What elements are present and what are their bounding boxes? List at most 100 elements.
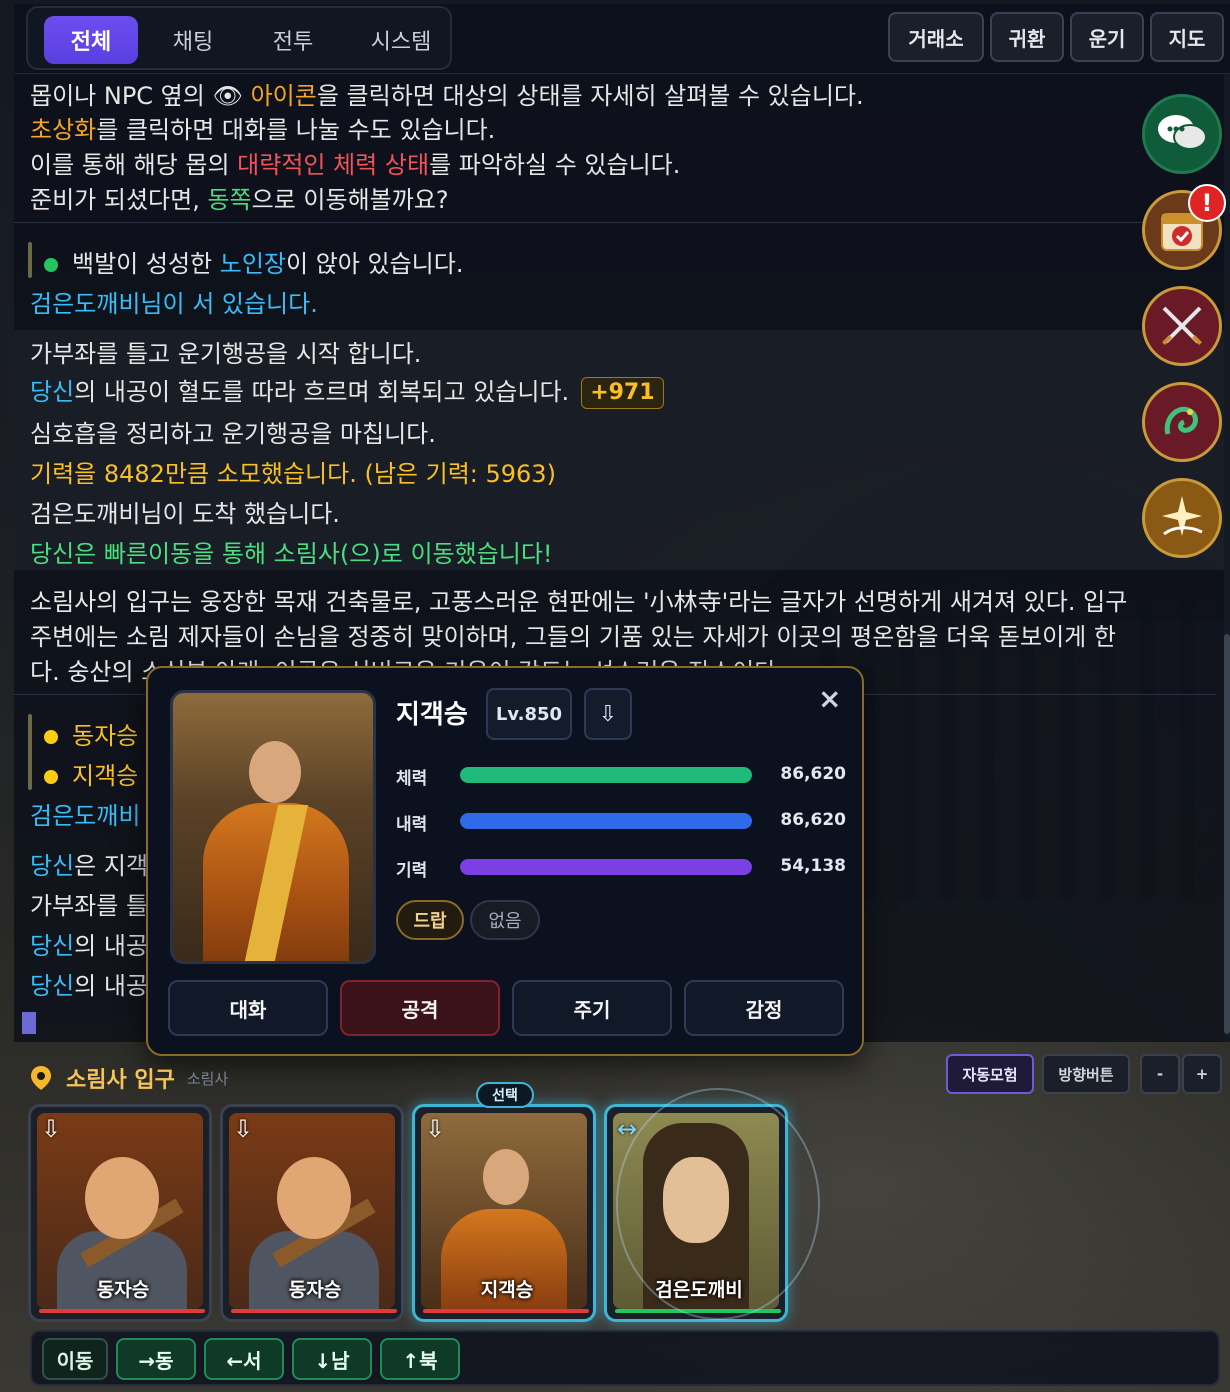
stat-value-hp: 86,620	[780, 764, 846, 784]
log-line: 백발이 성성한 노인장이 앉아 있습니다.	[44, 244, 463, 279]
npc-card-novice-monk[interactable]: ⇩ 동자승	[28, 1104, 212, 1322]
give-button[interactable]: 주기	[512, 980, 672, 1036]
crossed-swords-icon	[1162, 306, 1202, 345]
room-marker	[28, 242, 32, 278]
log-line: 당신의 내공이 혈도를 따라 흐르며 회복되고 있습니다. +971	[30, 372, 664, 409]
scroll-thumb[interactable]	[1224, 634, 1230, 1034]
zoom-in-button[interactable]: +	[1182, 1054, 1222, 1094]
move-west-button[interactable]: ←서	[204, 1338, 284, 1380]
log-line: 동자승	[44, 716, 138, 751]
stat-bar-inner-power	[460, 813, 752, 829]
move-label: 이동	[42, 1338, 108, 1380]
stat-bar-fill	[460, 813, 752, 829]
npc-dot-icon	[44, 730, 58, 744]
download-arrow-icon[interactable]: ⇩	[41, 1115, 61, 1143]
sparkle-icon	[1162, 496, 1203, 536]
npc-detail-popup: 지객승 Lv.850 ⇩ × 체력 86,620 내력 86,620 기력 54…	[146, 666, 864, 1056]
location-name: 소림사 입구	[66, 1068, 175, 1093]
log-line: 검은도깨비님이 서 있습니다.	[30, 290, 318, 318]
move-south-button[interactable]: ↓남	[292, 1338, 372, 1380]
log-line: 이를 통해 해당 몹의 대략적인 체력 상태를 파악하실 수 있습니다.	[30, 151, 681, 179]
stat-label-hp: 체력	[396, 769, 428, 789]
portrait-head	[249, 741, 301, 803]
log-line: 초상화를 클릭하면 대화를 나눌 수도 있습니다.	[30, 116, 496, 144]
inspect-button[interactable]: 감정	[684, 980, 844, 1036]
tab-all[interactable]: 전체	[44, 16, 138, 64]
tab-system[interactable]: 시스템	[346, 16, 456, 64]
log-line: 당신의 내공	[30, 972, 149, 1000]
move-east-button[interactable]: →동	[116, 1338, 196, 1380]
move-north-button[interactable]: ↑북	[380, 1338, 460, 1380]
npc-portrait[interactable]	[170, 690, 376, 964]
skill-burst-button[interactable]	[1142, 478, 1222, 558]
direction-buttons-toggle[interactable]: 방향버튼	[1042, 1054, 1130, 1094]
chat-bubbles-icon	[1158, 115, 1207, 150]
recovery-badge: +971	[581, 377, 664, 409]
npc-dot-icon	[44, 770, 58, 784]
player-glow-ring	[616, 1088, 820, 1320]
card-hp-bar	[39, 1309, 205, 1313]
npc-level-badge: Lv.850	[486, 688, 572, 740]
log-tabs: 전체 채팅 전투 시스템	[26, 6, 452, 70]
top-bar: 전체 채팅 전투 시스템 거래소 귀환 운기 지도	[14, 4, 1230, 74]
log-line: 소림사의 입구는 웅장한 목재 건축물로, 고풍스러운 현판에는 '小林寺'라는…	[30, 588, 1128, 616]
npc-name: 지객승	[396, 700, 468, 730]
movement-bar: 이동 →동 ←서 ↓남 ↑북	[30, 1330, 1220, 1386]
npc-card-guest-monk[interactable]: ⇩ 지객승	[412, 1104, 596, 1322]
combat-button[interactable]	[1142, 286, 1222, 366]
dragon-button[interactable]	[1142, 382, 1222, 462]
log-line: 주변에는 소림 제자들이 손님을 정중히 맞이하며, 그들의 기품 있는 자세가…	[30, 623, 1116, 651]
stat-label-inner-power: 내력	[396, 815, 428, 835]
room-marker	[28, 714, 32, 790]
log-line: 당신은 빠른이동을 통해 소림사(으)로 이동했습니다!	[30, 540, 553, 568]
log-line: 심호흡을 정리하고 운기행공을 마칩니다.	[30, 420, 436, 448]
location-header: 소림사 입구 소림사	[30, 1058, 228, 1098]
close-icon[interactable]: ×	[818, 682, 841, 715]
meditate-button[interactable]: 운기	[1070, 12, 1144, 62]
location-pin-icon	[31, 1066, 51, 1090]
stat-label-stamina: 기력	[396, 861, 428, 881]
tab-combat[interactable]: 전투	[246, 16, 340, 64]
attack-button[interactable]: 공격	[340, 980, 500, 1036]
divider	[14, 222, 1216, 223]
npc-card-novice-monk[interactable]: ⇩ 동자승	[220, 1104, 404, 1322]
log-line: 지객승	[44, 756, 138, 791]
log-line: 검은도깨비님이 도착 했습니다.	[30, 500, 340, 528]
notification-badge: !	[1188, 184, 1226, 222]
stat-value-inner-power: 86,620	[780, 810, 846, 830]
stat-value-stamina: 54,138	[780, 856, 846, 876]
stat-bar-stamina	[460, 859, 752, 875]
card-name: 동자승	[96, 1279, 150, 1301]
log-line: 기력을 8482만큼 소모했습니다. (남은 기력: 5963)	[30, 460, 556, 488]
log-scrollbar[interactable]	[1224, 74, 1230, 1042]
map-button[interactable]: 지도	[1150, 12, 1224, 62]
location-region: 소림사	[186, 1069, 229, 1088]
log-line: 몹이나 NPC 옆의 👁 아이콘을 클릭하면 대상의 상태를 자세히 살펴볼 수…	[30, 82, 864, 110]
zoom-out-button[interactable]: -	[1140, 1054, 1180, 1094]
download-arrow-icon[interactable]: ⇩	[425, 1115, 445, 1143]
tab-chat[interactable]: 채팅	[146, 16, 240, 64]
drop-chip[interactable]: 드랍	[396, 900, 464, 940]
card-hp-bar	[423, 1309, 589, 1313]
chat-bubble-button[interactable]	[1142, 94, 1222, 174]
dragon-icon	[1164, 406, 1198, 435]
stat-bar-fill	[460, 859, 752, 875]
eye-icon: 👁	[212, 82, 243, 110]
card-name: 동자승	[288, 1279, 342, 1301]
download-arrow-icon[interactable]: ⇩	[233, 1115, 253, 1143]
log-line: 가부좌를 틀	[30, 892, 149, 920]
talk-button[interactable]: 대화	[168, 980, 328, 1036]
npc-dot-icon	[44, 258, 58, 272]
log-line: 당신의 내공	[30, 932, 149, 960]
return-button[interactable]: 귀환	[990, 12, 1064, 62]
card-name: 지객승	[480, 1279, 534, 1301]
download-arrow-icon[interactable]: ⇩	[584, 688, 632, 740]
drop-none-chip: 없음	[470, 900, 540, 940]
selected-tag: 선택	[476, 1082, 534, 1108]
exchange-button[interactable]: 거래소	[888, 12, 984, 62]
auto-adventure-button[interactable]: 자동모험	[946, 1054, 1034, 1094]
input-cursor	[22, 1012, 36, 1034]
card-hp-bar	[231, 1309, 397, 1313]
log-line: 준비가 되셨다면, 동쪽으로 이동해볼까요?	[30, 186, 449, 214]
stat-bar-fill	[460, 767, 752, 783]
